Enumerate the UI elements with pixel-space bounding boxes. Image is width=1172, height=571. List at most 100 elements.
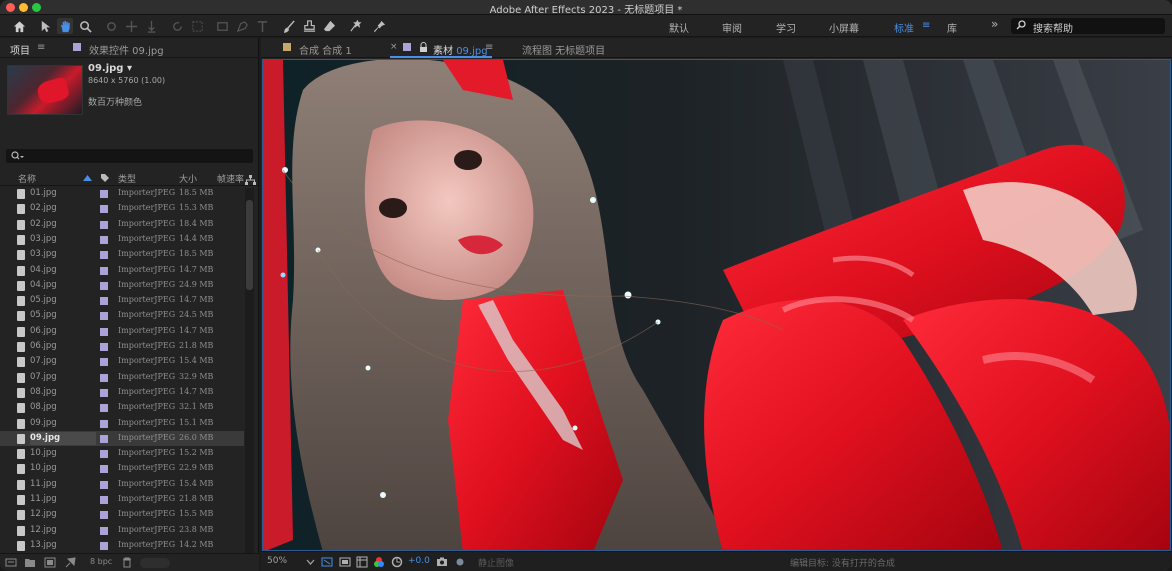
list-item[interactable]: 03.jpg ImporterJPEG 18.5 MB — [0, 247, 244, 262]
show-snapshot-icon[interactable] — [454, 556, 466, 568]
roto-brush-icon[interactable] — [347, 18, 363, 34]
workspace-libraries[interactable]: 库 — [947, 20, 957, 35]
orbit-camera-icon[interactable] — [103, 18, 119, 34]
exposure-value[interactable]: +0.0 — [408, 556, 430, 566]
list-item[interactable]: 10.jpg ImporterJPEG 22.9 MB — [0, 461, 244, 476]
new-composition-icon[interactable] — [44, 557, 56, 568]
thumbnail-transparency-toggle[interactable] — [140, 558, 170, 568]
list-item[interactable]: 05.jpg ImporterJPEG 24.5 MB — [0, 308, 244, 323]
tab-footage[interactable]: 素材 09.jpg — [433, 42, 488, 57]
label-color-swatch[interactable] — [100, 190, 108, 198]
workspace-overflow-icon[interactable]: » — [991, 17, 998, 31]
brush-tool-icon[interactable] — [281, 18, 297, 34]
file-name[interactable]: 09.jpg ▾ — [88, 63, 132, 74]
col-size[interactable]: 大小 — [179, 172, 197, 185]
pan-camera-icon[interactable] — [123, 18, 139, 34]
label-color-swatch[interactable] — [100, 541, 108, 550]
label-color-swatch[interactable] — [100, 511, 108, 520]
rotate-tool-icon[interactable] — [169, 18, 185, 34]
tab-flowchart[interactable]: 流程图 无标题项目 — [522, 42, 605, 57]
label-color-swatch[interactable] — [100, 419, 108, 428]
new-folder-icon[interactable] — [24, 557, 36, 568]
list-item[interactable]: 03.jpg ImporterJPEG 14.4 MB — [0, 232, 244, 247]
workspace-review[interactable]: 审阅 — [722, 20, 742, 35]
render-queue-icon[interactable] — [65, 557, 77, 568]
list-item[interactable]: 06.jpg ImporterJPEG 14.7 MB — [0, 324, 244, 339]
safe-margins-icon[interactable] — [339, 556, 351, 568]
help-search-field[interactable]: 搜索帮助 — [1011, 18, 1165, 35]
tab-effect-controls[interactable]: 效果控件 09.jpg — [89, 42, 164, 57]
type-tool-icon[interactable] — [254, 18, 270, 34]
snapshot-camera-icon[interactable] — [436, 556, 448, 568]
list-item[interactable]: 11.jpg ImporterJPEG 21.8 MB — [0, 492, 244, 507]
rectangle-tool-icon[interactable] — [214, 18, 230, 34]
label-tag-icon[interactable] — [100, 173, 110, 183]
exposure-reset-icon[interactable] — [391, 556, 403, 568]
col-frame-rate[interactable]: 帧速率 — [217, 172, 244, 185]
list-item[interactable]: 10.jpg ImporterJPEG 15.2 MB — [0, 446, 244, 461]
label-color-swatch[interactable] — [100, 465, 108, 474]
label-color-swatch[interactable] — [100, 205, 108, 214]
close-tab-icon[interactable]: × — [390, 42, 398, 52]
project-scrollbar-thumb[interactable] — [246, 200, 253, 290]
list-item[interactable]: 09.jpg ImporterJPEG 15.1 MB — [0, 416, 244, 431]
label-color-swatch[interactable] — [100, 388, 108, 397]
project-scrollbar[interactable] — [245, 188, 254, 553]
list-item[interactable]: 11.jpg ImporterJPEG 15.4 MB — [0, 477, 244, 492]
label-color-swatch[interactable] — [100, 343, 108, 351]
label-color-swatch[interactable] — [100, 496, 108, 504]
label-color-swatch[interactable] — [100, 327, 108, 336]
label-color-swatch[interactable] — [100, 373, 108, 382]
sort-ascending-icon[interactable] — [83, 175, 92, 181]
zoom-tool-icon[interactable] — [77, 18, 93, 34]
label-color-swatch[interactable] — [100, 450, 108, 459]
home-icon[interactable] — [11, 18, 27, 34]
list-item[interactable]: 05.jpg ImporterJPEG 14.7 MB — [0, 293, 244, 308]
hand-tool-icon[interactable] — [57, 18, 73, 34]
flowchart-icon[interactable] — [245, 175, 256, 185]
panel-menu-icon[interactable]: ≡ — [37, 42, 45, 53]
list-item[interactable]: 08.jpg ImporterJPEG 14.7 MB — [0, 385, 244, 400]
list-item[interactable]: 07.jpg ImporterJPEG 15.4 MB — [0, 354, 244, 369]
lock-icon[interactable] — [419, 42, 428, 53]
eraser-tool-icon[interactable] — [321, 18, 337, 34]
project-search-input[interactable] — [6, 149, 253, 163]
label-color-swatch[interactable] — [100, 404, 108, 413]
anchor-tool-icon[interactable] — [189, 18, 205, 34]
puppet-pin-icon[interactable] — [371, 18, 387, 34]
list-item[interactable]: 07.jpg ImporterJPEG 32.9 MB — [0, 370, 244, 385]
label-color-swatch[interactable] — [100, 281, 108, 290]
col-name[interactable]: 名称 — [18, 172, 36, 185]
footage-viewer[interactable] — [262, 59, 1171, 551]
list-item[interactable]: 04.jpg ImporterJPEG 24.9 MB — [0, 278, 244, 293]
pen-tool-icon[interactable] — [234, 18, 250, 34]
label-color-swatch[interactable] — [100, 251, 108, 260]
list-item[interactable]: 12.jpg ImporterJPEG 15.5 MB — [0, 507, 244, 522]
tab-composition[interactable]: 合成 合成 1 — [299, 42, 352, 57]
label-color-swatch[interactable] — [100, 480, 108, 489]
label-color-swatch[interactable] — [100, 220, 108, 229]
label-color-swatch[interactable] — [100, 434, 108, 443]
trash-icon[interactable] — [121, 557, 133, 568]
fit-to-frame-icon[interactable] — [321, 556, 333, 568]
workspace-default[interactable]: 默认 — [669, 20, 689, 35]
label-color-swatch[interactable] — [100, 526, 108, 535]
zoom-level-dropdown[interactable]: 50% — [267, 556, 287, 566]
list-item[interactable]: 13.jpg ImporterJPEG 14.2 MB — [0, 538, 244, 553]
dolly-camera-icon[interactable] — [143, 18, 159, 34]
list-item[interactable]: 06.jpg ImporterJPEG 21.8 MB — [0, 339, 244, 354]
grid-toggle-icon[interactable] — [356, 556, 368, 568]
label-color-swatch[interactable] — [100, 297, 108, 306]
label-color-swatch[interactable] — [100, 266, 108, 275]
clone-stamp-icon[interactable] — [301, 18, 317, 34]
panel-menu-icon[interactable]: ≡ — [485, 42, 493, 53]
list-item[interactable]: 01.jpg ImporterJPEG 18.5 MB — [0, 186, 244, 201]
list-item[interactable]: 12.jpg ImporterJPEG 23.8 MB — [0, 523, 244, 538]
workspace-menu-icon[interactable]: ≡ — [922, 20, 930, 31]
workspace-small-screen[interactable]: 小屏幕 — [829, 20, 859, 35]
workspace-learn[interactable]: 学习 — [776, 20, 796, 35]
label-color-swatch[interactable] — [100, 235, 108, 244]
tab-project[interactable]: 项目 — [10, 42, 30, 57]
list-item[interactable]: 02.jpg ImporterJPEG 15.3 MB — [0, 201, 244, 216]
color-channels-icon[interactable] — [373, 556, 385, 568]
